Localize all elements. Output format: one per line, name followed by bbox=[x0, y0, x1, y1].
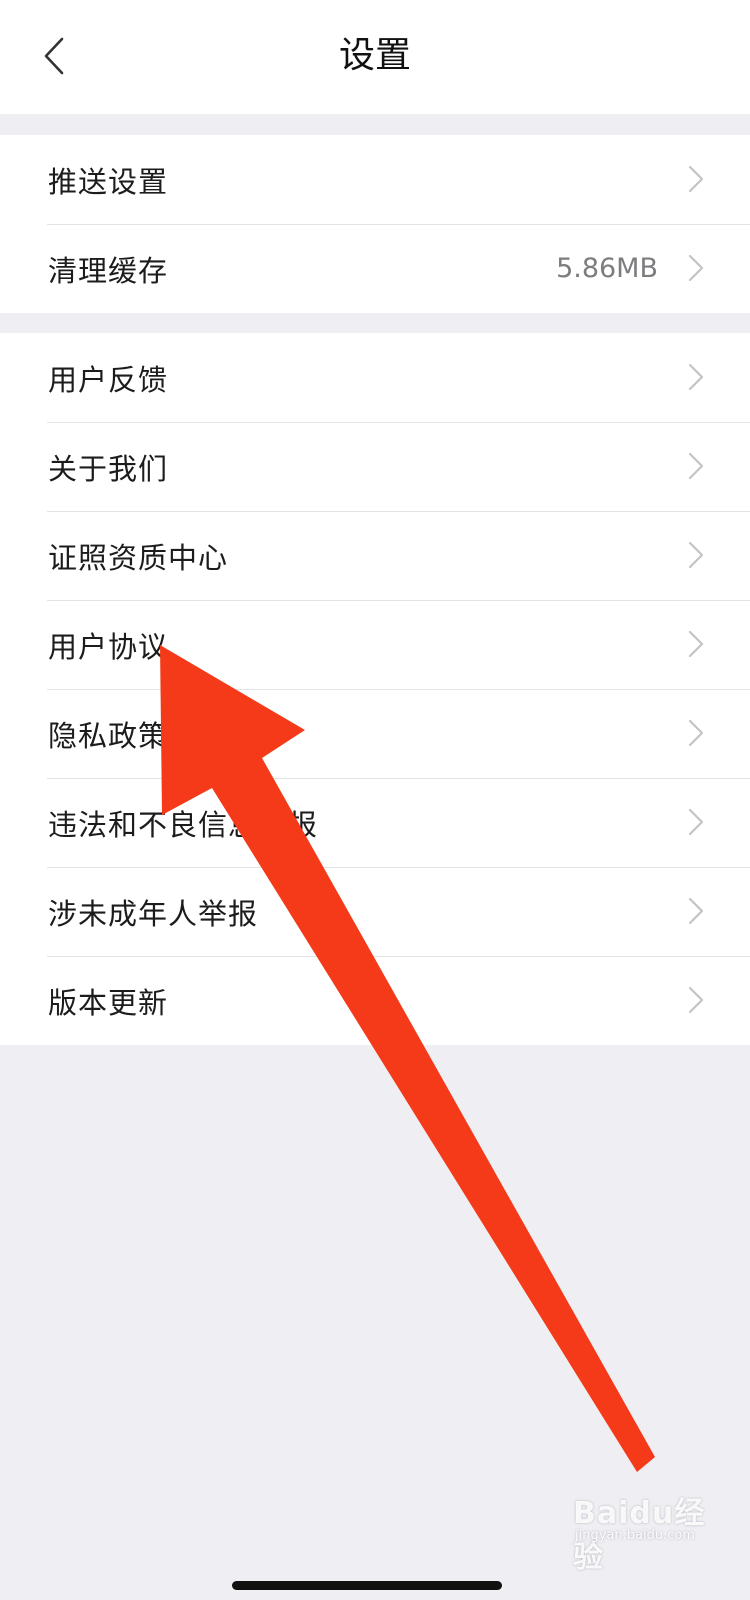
settings-item-license-center[interactable]: 证照资质中心 bbox=[0, 511, 750, 600]
settings-item-label: 隐私政策 bbox=[48, 718, 169, 753]
settings-item-label: 版本更新 bbox=[48, 985, 169, 1020]
settings-item-version-update[interactable]: 版本更新 bbox=[0, 956, 750, 1045]
settings-group-general: 推送设置 清理缓存 5.86MB bbox=[0, 135, 750, 313]
chevron-right-icon bbox=[688, 165, 704, 193]
chevron-right-icon bbox=[688, 897, 704, 925]
settings-item-label: 推送设置 bbox=[48, 164, 169, 199]
chevron-right-icon bbox=[688, 986, 704, 1014]
settings-item-label: 清理缓存 bbox=[48, 253, 169, 288]
settings-item-about-us[interactable]: 关于我们 bbox=[0, 422, 750, 511]
settings-item-push-settings[interactable]: 推送设置 bbox=[0, 135, 750, 224]
chevron-right-icon bbox=[688, 630, 704, 658]
chevron-right-icon bbox=[688, 452, 704, 480]
settings-group-about: 用户反馈 关于我们 证照资质中心 用户协议 隐私政策 违法和不良信息举报 涉未成… bbox=[0, 333, 750, 1045]
baidu-watermark-logo: Baidu经验 jingyan.baidu.com bbox=[573, 1488, 733, 1575]
settings-item-report-illegal-content[interactable]: 违法和不良信息举报 bbox=[0, 778, 750, 867]
settings-item-label: 涉未成年人举报 bbox=[48, 896, 259, 931]
settings-item-label: 用户协议 bbox=[48, 629, 169, 664]
cache-size-value: 5.86MB bbox=[556, 253, 658, 284]
watermark-subtext: jingyan.baidu.com bbox=[575, 1528, 695, 1543]
chevron-right-icon bbox=[688, 363, 704, 391]
navigation-bar: 设置 bbox=[0, 0, 750, 114]
settings-item-label: 违法和不良信息举报 bbox=[48, 807, 319, 842]
settings-item-user-agreement[interactable]: 用户协议 bbox=[0, 600, 750, 689]
chevron-right-icon bbox=[688, 541, 704, 569]
chevron-right-icon bbox=[688, 719, 704, 747]
settings-item-label: 关于我们 bbox=[48, 451, 169, 486]
settings-item-label: 证照资质中心 bbox=[48, 540, 229, 575]
settings-item-label: 用户反馈 bbox=[48, 362, 169, 397]
chevron-right-icon bbox=[688, 254, 704, 282]
home-indicator[interactable] bbox=[232, 1581, 502, 1590]
settings-item-user-feedback[interactable]: 用户反馈 bbox=[0, 333, 750, 422]
settings-item-privacy-policy[interactable]: 隐私政策 bbox=[0, 689, 750, 778]
page-title: 设置 bbox=[338, 35, 411, 76]
settings-item-clear-cache[interactable]: 清理缓存 5.86MB bbox=[0, 224, 750, 313]
chevron-right-icon bbox=[688, 808, 704, 836]
settings-item-report-minor-content[interactable]: 涉未成年人举报 bbox=[0, 867, 750, 956]
